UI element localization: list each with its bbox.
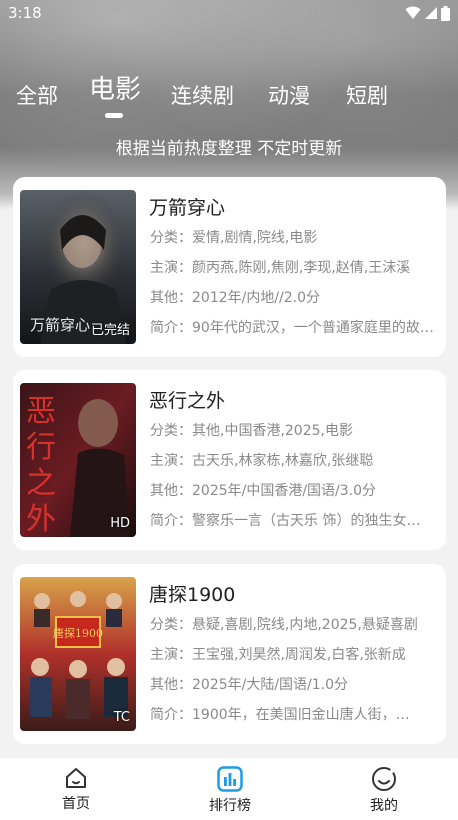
chart-icon xyxy=(217,766,243,792)
movie-other: 其他：2025年/大陆/国语/1.0分 xyxy=(150,677,349,693)
movie-title: 唐探1900 xyxy=(149,584,236,606)
tab-series[interactable]: 连续剧 xyxy=(171,80,234,110)
movie-intro: 简介：警察乐一言（古天乐 饰）的独生女… xyxy=(150,513,421,529)
movie-poster: 恶 行 之 外 HD xyxy=(20,383,136,537)
tab-anime[interactable]: 动漫 xyxy=(268,80,310,110)
status-bar: 3:18 xyxy=(0,0,458,26)
quality-badge: TC xyxy=(113,710,130,725)
tab-all[interactable]: 全部 xyxy=(16,80,58,110)
movie-cast: 主演：颜丙燕,陈刚,焦刚,李现,赵倩,王沫溪 xyxy=(150,260,411,276)
tab-indicator xyxy=(105,113,123,118)
nav-home-label: 首页 xyxy=(62,796,90,812)
movie-category: 分类：爱情,剧情,院线,电影 xyxy=(150,230,318,246)
poster-image: 恶 行 之 外 xyxy=(20,383,136,537)
svg-text:外: 外 xyxy=(26,502,56,537)
status-icons xyxy=(405,5,450,21)
poster-image: 唐探1900 xyxy=(20,577,136,731)
movie-card[interactable]: 恶 行 之 外 HD 恶行之外 分类：其他,中国香港,2025,电影 主演：古天… xyxy=(13,370,446,550)
movie-poster: 唐探1900 TC xyxy=(20,577,136,731)
nav-profile-label: 我的 xyxy=(370,798,398,814)
tab-movies[interactable]: 电影 xyxy=(89,69,141,106)
nav-profile[interactable]: 我的 xyxy=(339,766,429,815)
movie-poster: 万箭穿心 已完结 xyxy=(20,190,136,344)
status-time: 3:18 xyxy=(8,4,42,22)
home-icon xyxy=(66,768,86,788)
movie-intro: 简介：1900年，在美国旧金山唐人街，… xyxy=(150,707,410,723)
tab-short-drama[interactable]: 短剧 xyxy=(346,80,388,110)
movie-intro: 简介：90年代的武汉，一个普通家庭里的故事… xyxy=(150,320,438,336)
movie-cast: 主演：王宝强,刘昊然,周润发,白客,张新成 xyxy=(150,647,406,663)
status-badge: 已完结 xyxy=(90,323,130,338)
battery-icon xyxy=(441,5,450,21)
poster-title-art: 恶 xyxy=(26,394,56,429)
nav-home[interactable]: 首页 xyxy=(31,766,121,813)
category-tabs: 全部 电影 连续剧 动漫 短剧 xyxy=(0,72,458,122)
movie-category: 分类：其他,中国香港,2025,电影 xyxy=(150,423,353,439)
nav-ranking[interactable]: 排行榜 xyxy=(185,766,275,815)
ranking-subtitle: 根据当前热度整理 不定时更新 xyxy=(115,139,343,159)
wifi-icon xyxy=(405,6,421,19)
movie-cast: 主演：古天乐,林家栋,林嘉欣,张继聪 xyxy=(150,453,374,469)
svg-text:行: 行 xyxy=(26,430,56,465)
poster-title-art: 唐探1900 xyxy=(53,626,103,640)
svg-text:之: 之 xyxy=(26,466,56,501)
movie-category: 分类：悬疑,喜剧,院线,内地,2025,悬疑喜剧 xyxy=(150,617,418,633)
quality-badge: HD xyxy=(110,516,130,531)
bottom-nav: 首页 排行榜 我的 xyxy=(0,758,458,820)
movie-card[interactable]: 唐探1900 TC 唐探1900 分类：悬疑,喜剧,院线,内地,2025,悬疑喜… xyxy=(13,564,446,744)
nav-ranking-label: 排行榜 xyxy=(209,798,251,814)
signal-icon xyxy=(425,7,437,19)
movie-title: 万箭穿心 xyxy=(149,197,226,219)
poster-title-art: 万箭穿心 xyxy=(30,316,90,334)
movie-other: 其他：2012年/内地//2.0分 xyxy=(150,290,321,306)
movie-title: 恶行之外 xyxy=(149,390,226,412)
profile-icon xyxy=(372,767,396,791)
movie-other: 其他：2025年/中国香港/国语/3.0分 xyxy=(150,483,377,499)
movie-card[interactable]: 万箭穿心 已完结 万箭穿心 分类：爱情,剧情,院线,电影 主演：颜丙燕,陈刚,焦… xyxy=(13,177,446,357)
